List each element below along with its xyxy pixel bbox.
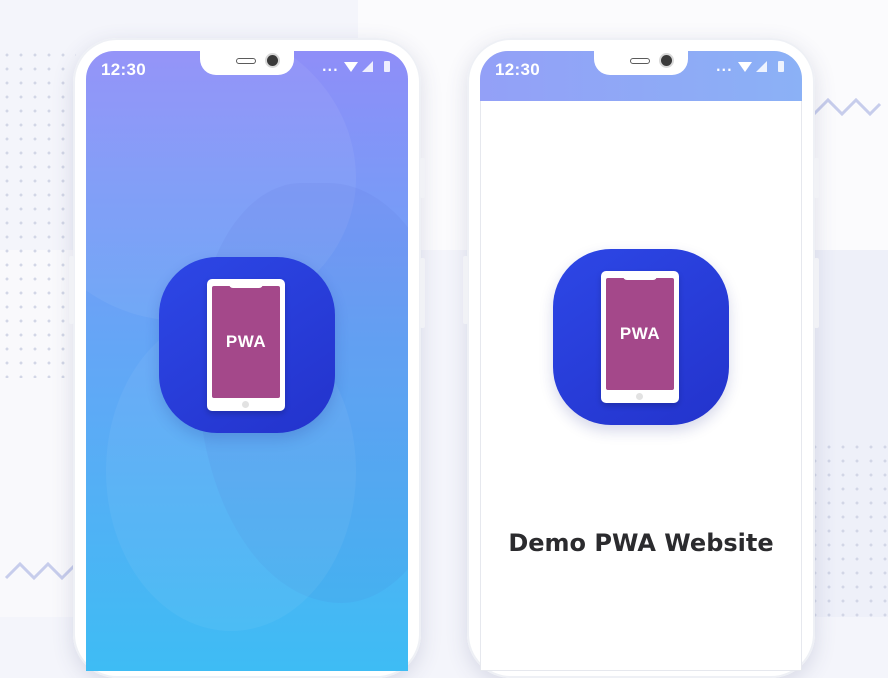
side-button [420,158,425,198]
signal-icon [756,61,767,72]
speaker-icon [630,58,650,64]
pwa-app-icon[interactable]: PWA [159,257,335,433]
side-button [463,256,468,324]
phone-notch [594,51,688,75]
status-time: 12:30 [101,60,146,79]
zigzag-decoration [812,97,882,117]
overflow-dots: ... [716,60,733,74]
side-button [69,256,74,324]
phone-icon: PWA [207,279,285,411]
side-button [814,158,819,198]
phone-icon-screen: PWA [606,278,674,390]
signal-icon [362,61,373,72]
phone-icon-notch [623,274,657,280]
speaker-icon [236,58,256,64]
dot-pattern [808,440,888,617]
phone-icon-screen: PWA [212,286,280,398]
phone-mockup-gradient: 12:30 ... PWA [69,38,425,678]
app-icon-label: PWA [225,332,267,351]
phone-screen: 12:30 ... PWA [86,51,408,671]
status-icons: ... [716,58,796,78]
phone-mockup-white: 12:30 ... PWA Demo PWA Website [463,38,819,678]
wifi-icon [344,62,358,72]
side-button [420,258,425,328]
dot-pattern [0,48,76,378]
home-button-icon [242,401,249,408]
status-icons: ... [322,58,402,78]
overflow-dots: ... [322,60,339,74]
phone-screen: 12:30 ... PWA Demo PWA Website [480,51,802,671]
camera-icon [661,55,672,66]
status-time: 12:30 [495,60,540,79]
home-button-icon [636,393,643,400]
app-icon-label: PWA [619,324,661,343]
camera-icon [267,55,278,66]
phone-notch [200,51,294,75]
wifi-icon [738,62,752,72]
side-button [814,258,819,328]
battery-icon [778,61,784,72]
battery-icon [384,61,390,72]
phone-icon: PWA [601,271,679,403]
phone-icon-notch [229,282,263,288]
zigzag-decoration [4,561,76,581]
site-title: Demo PWA Website [508,529,774,557]
pwa-app-icon[interactable]: PWA [553,249,729,425]
